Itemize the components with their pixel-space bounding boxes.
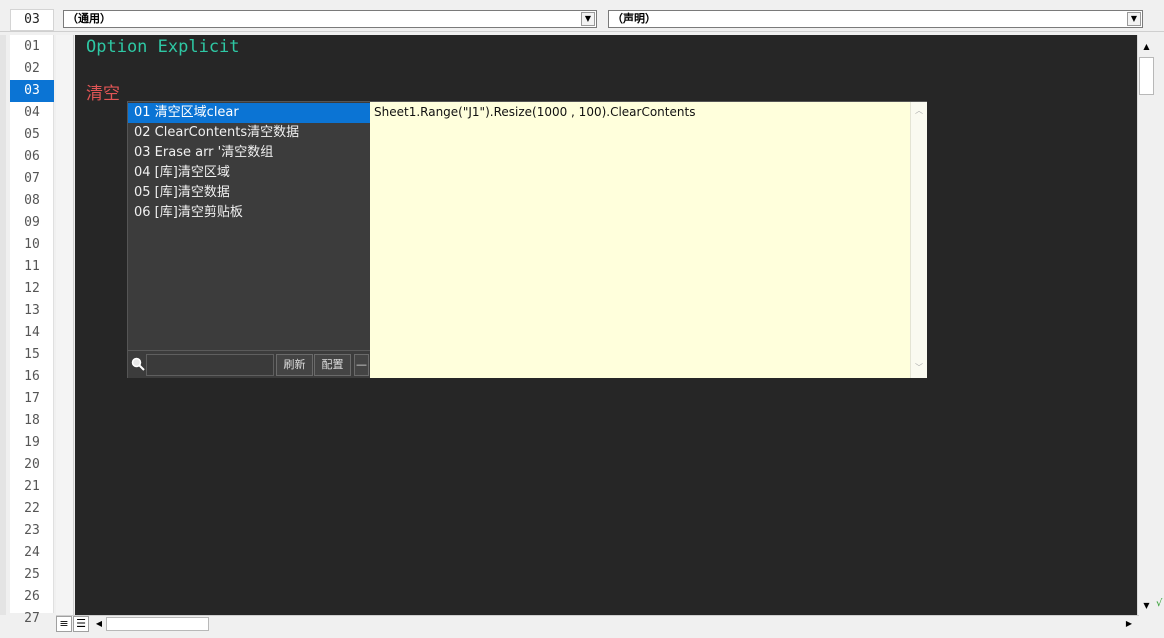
line-number: 08 [24,193,40,208]
top-toolbar: 03 （通用） ▼ （声明） ▼ [0,0,1164,32]
collapse-button[interactable]: — [354,354,369,376]
line-number: 21 [24,479,40,494]
line-number: 02 [24,61,40,76]
margin-indicator-bar[interactable] [56,35,74,615]
full-module-view-icon[interactable]: ☰ [73,616,89,632]
snippet-item[interactable]: 05 [库]清空数据 [128,183,370,203]
line-number: 25 [24,567,40,582]
line-number: 17 [24,391,40,406]
chevron-down-icon[interactable]: ▼ [581,12,595,26]
snippet-search-row: 刷新 配置 — [128,350,370,378]
object-combo-value: （通用） [67,12,111,25]
snippet-item[interactable]: 03 Erase arr '清空数组 [128,143,370,163]
vertical-scroll-thumb[interactable] [1139,57,1154,95]
line-number: 07 [24,171,40,186]
snippet-item[interactable]: 01 清空区域clear [128,103,370,123]
line-number: 18 [24,413,40,428]
chevron-down-icon[interactable]: ▼ [1127,12,1141,26]
line-number: 11 [24,259,40,274]
config-button[interactable]: 配置 [314,354,351,376]
current-line-indicator: 03 [10,9,54,31]
snippet-item[interactable]: 04 [库]清空区域 [128,163,370,183]
status-tick-icon: √ [1156,598,1163,609]
line-number: 10 [24,237,40,252]
line-number: 23 [24,523,40,538]
line-number: 05 [24,127,40,142]
line-number: 01 [24,39,40,54]
procedure-combo[interactable]: （声明） ▼ [608,10,1143,28]
snippet-search-input[interactable] [146,354,274,376]
arrow-left-icon[interactable]: ◀ [92,617,106,631]
arrow-down-icon[interactable]: ﹀ [913,362,925,374]
line-number: 24 [24,545,40,560]
arrow-up-icon[interactable]: ︿ [913,105,925,117]
line-number: 22 [24,501,40,516]
line-number: 06 [24,149,40,164]
line-number: 27 [24,611,40,626]
procedure-view-icon[interactable]: ≡ [56,616,72,632]
object-combo[interactable]: （通用） ▼ [63,10,597,28]
procedure-combo-value: （声明） [612,12,656,25]
arrow-up-icon[interactable]: ▲ [1139,39,1154,54]
line-number: 20 [24,457,40,472]
line-number: 14 [24,325,40,340]
snippet-list: 01 清空区域clear 02 ClearContents清空数据 03 Erase… [128,102,370,350]
line-number: 26 [24,589,40,604]
arrow-down-icon[interactable]: ▼ [1139,598,1154,613]
bottom-bar: ≡ ☰ ◀ ▶ [56,615,1139,632]
line-number: 04 [24,105,40,120]
arrow-right-icon[interactable]: ▶ [1122,617,1136,631]
preview-scrollbar[interactable]: ︿ ﹀ [910,102,927,378]
line-number: 03 [10,80,54,102]
refresh-button[interactable]: 刷新 [276,354,313,376]
line-number: 15 [24,347,40,362]
left-strip [0,35,6,615]
line-number: 13 [24,303,40,318]
snippet-item[interactable]: 06 [库]清空剪贴板 [128,203,370,223]
line-number: 16 [24,369,40,384]
line-number: 19 [24,435,40,450]
line-number-gutter: 01 02 03 04 05 06 07 08 09 10 11 12 13 14 15 16 17 18 19 20… [10,35,54,626]
line-number: 12 [24,281,40,296]
line-number: 09 [24,215,40,230]
code-line-1[interactable]: Option Explicit [86,37,240,57]
vertical-scrollbar[interactable]: ▲ ▼ [1137,35,1154,615]
search-icon [131,357,145,371]
snippet-popup: 01 清空区域clear 02 ClearContents清空数据 03 Erase… [127,101,927,378]
snippet-item[interactable]: 02 ClearContents清空数据 [128,123,370,143]
snippet-preview: Sheet1.Range("J1").Resize(1000 , 100).Cl… [370,102,910,378]
code-line-3[interactable]: 清空 [86,79,120,104]
vba-editor-window: 03 （通用） ▼ （声明） ▼ 01 02 03 04 05 06 07 08 09 10 11 1… [0,0,1164,638]
horizontal-scroll-thumb[interactable] [106,617,209,631]
